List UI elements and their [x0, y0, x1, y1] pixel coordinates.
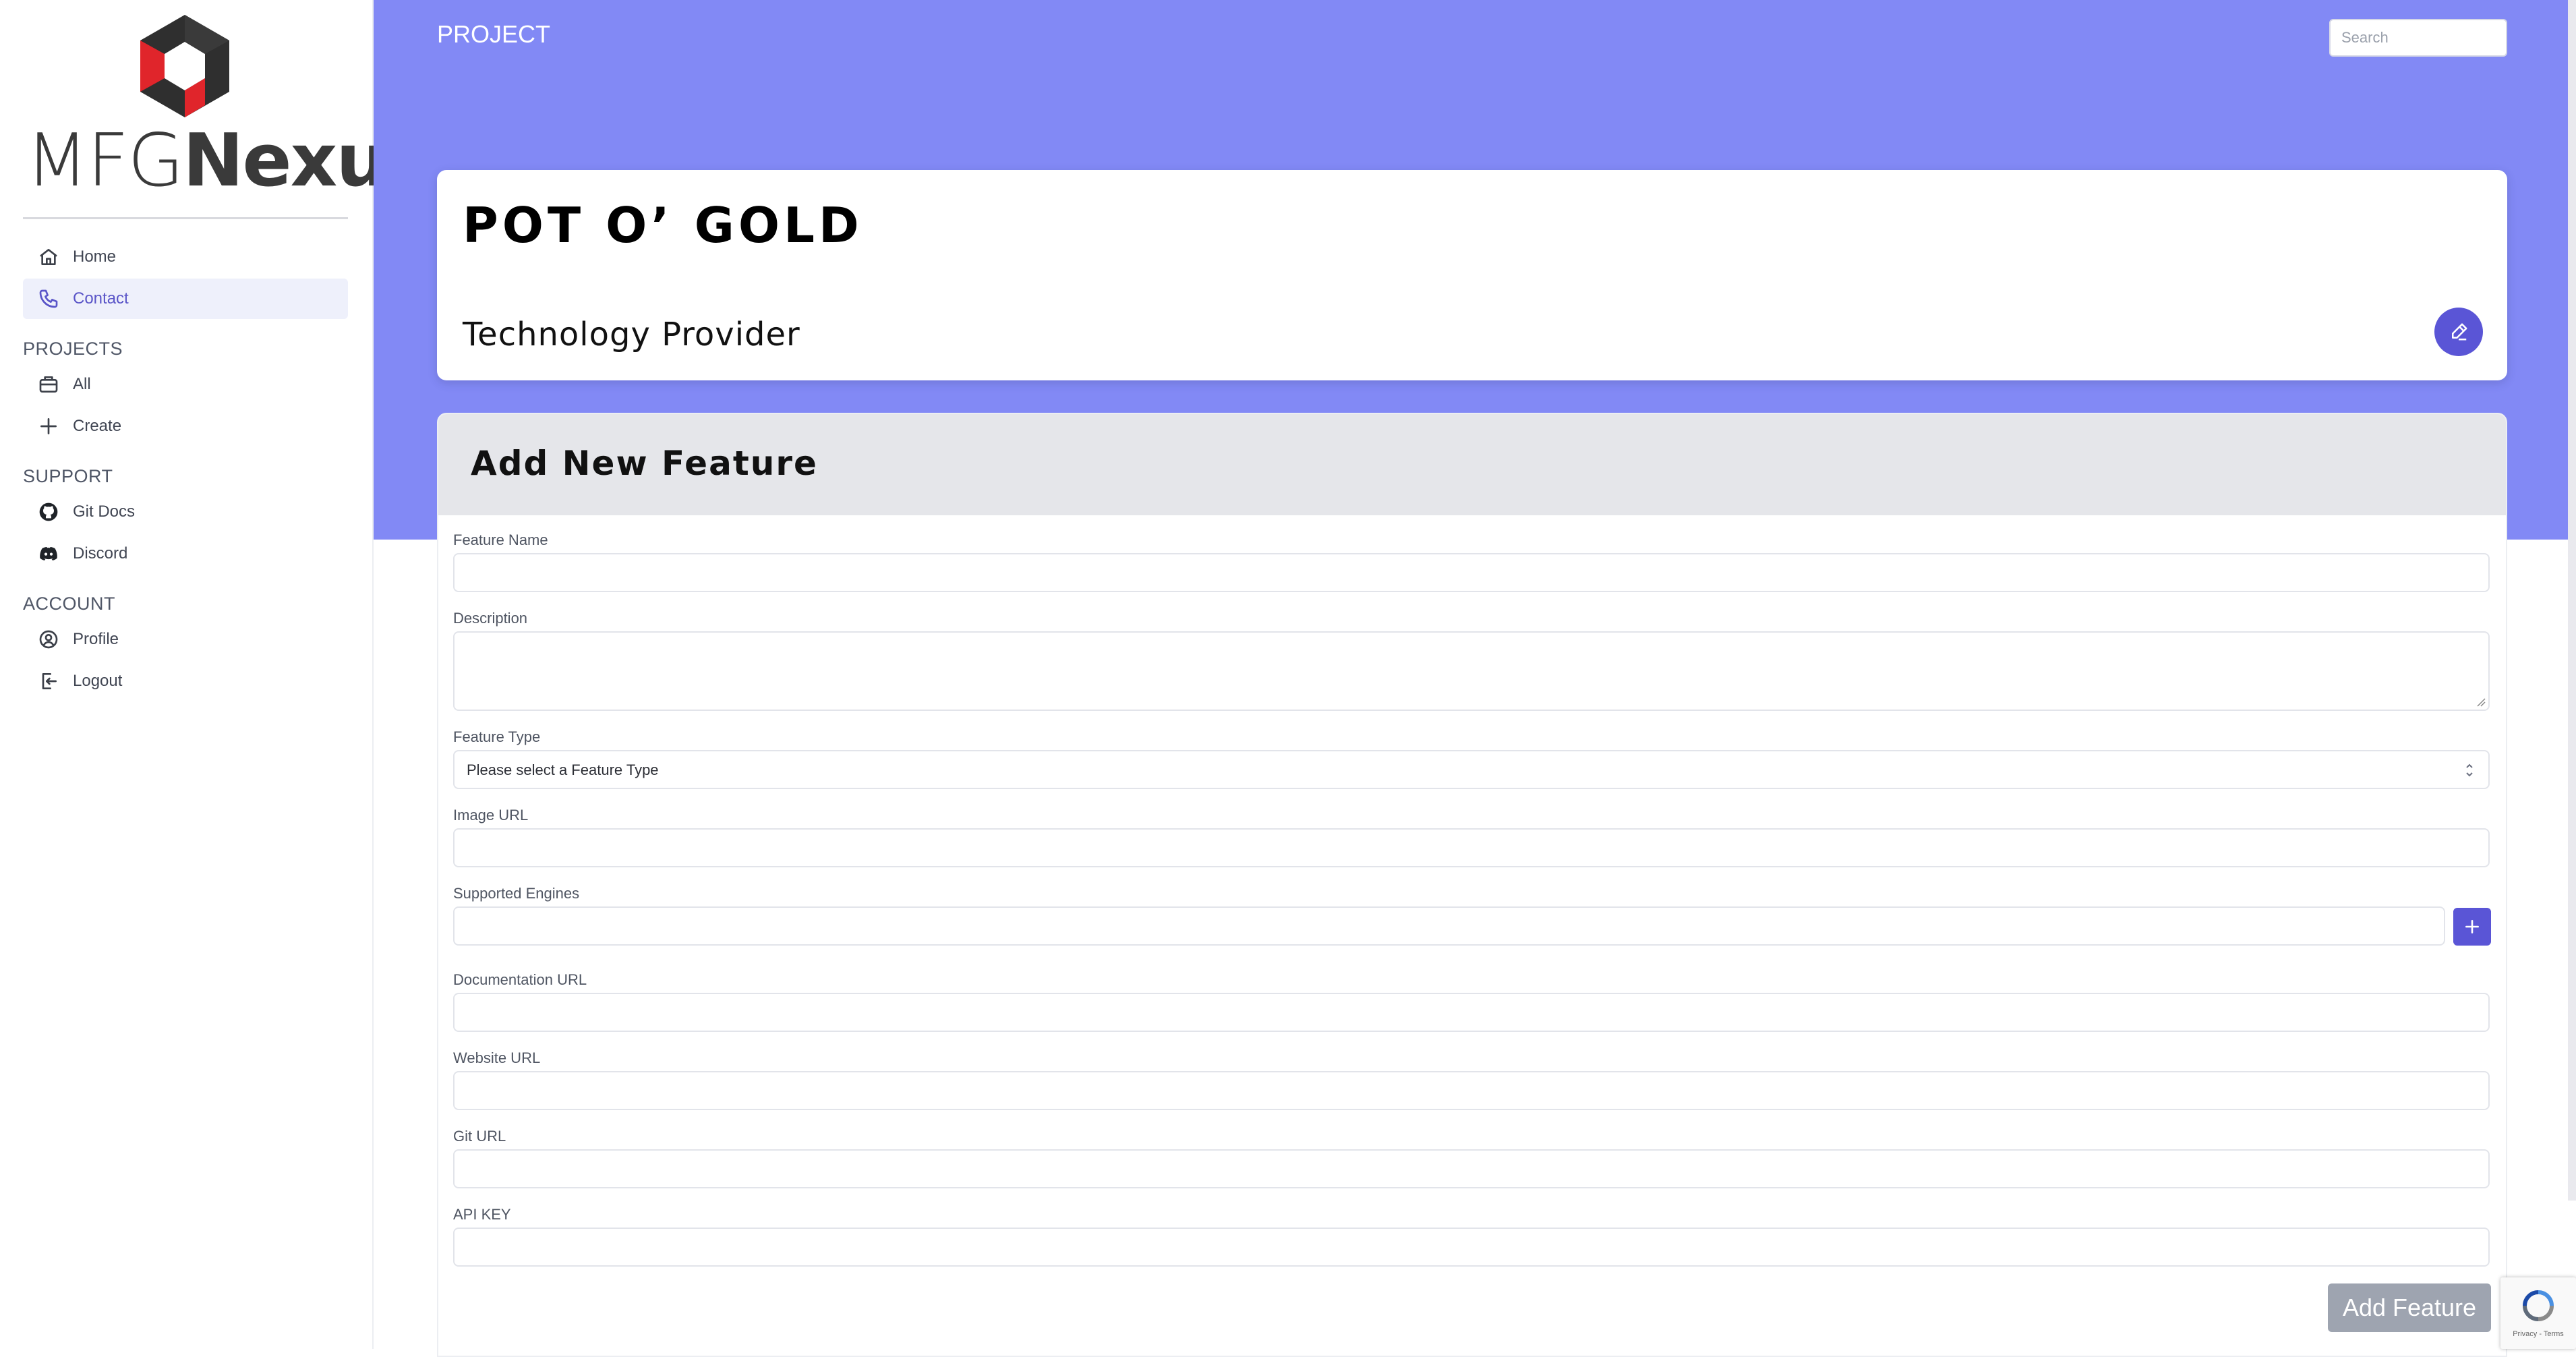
- home-icon: [36, 245, 61, 269]
- user-circle-icon: [36, 627, 61, 652]
- feature-type-selected-value: Please select a Feature Type: [467, 761, 659, 778]
- sidebar-item-create[interactable]: Create: [23, 406, 348, 446]
- git-url-input[interactable]: [453, 1149, 2490, 1188]
- resize-grip-icon[interactable]: [2476, 697, 2486, 707]
- supported-engines-label: Supported Engines: [453, 885, 580, 902]
- documentation-url-input[interactable]: [453, 993, 2490, 1032]
- git-url-label: Git URL: [453, 1128, 506, 1145]
- breadcrumb: PROJECT: [437, 20, 551, 48]
- sidebar-item-contact[interactable]: Contact: [23, 279, 348, 319]
- sidebar-item-label: Logout: [73, 672, 123, 690]
- documentation-url-label: Documentation URL: [453, 971, 587, 988]
- feature-type-select[interactable]: Please select a Feature Type: [453, 750, 2490, 789]
- sidebar-item-profile[interactable]: Profile: [23, 619, 348, 660]
- recaptcha-links[interactable]: Privacy - Terms: [2505, 1330, 2572, 1338]
- website-url-input[interactable]: [453, 1071, 2490, 1110]
- project-card: Pot O’ Gold Technology Provider: [437, 170, 2507, 380]
- add-feature-button[interactable]: Add Feature: [2328, 1283, 2491, 1332]
- section-title-account: ACCOUNT: [23, 594, 115, 614]
- image-url-input[interactable]: [453, 828, 2490, 867]
- github-icon: [36, 500, 61, 524]
- plus-icon: [2465, 920, 2479, 933]
- feature-name-label: Feature Name: [453, 531, 548, 548]
- sidebar-item-label: All: [73, 375, 91, 393]
- project-subtitle: Technology Provider: [463, 316, 800, 353]
- logout-icon: [36, 669, 61, 693]
- image-url-label: Image URL: [453, 807, 529, 824]
- sidebar-item-logout[interactable]: Logout: [23, 661, 348, 701]
- sidebar-item-label: Home: [73, 248, 117, 266]
- api-key-input[interactable]: [453, 1228, 2490, 1267]
- add-feature-title: Add New Feature: [471, 444, 818, 483]
- phone-icon: [36, 287, 61, 311]
- sidebar-item-discord[interactable]: Discord: [23, 533, 348, 574]
- description-label: Description: [453, 610, 528, 627]
- description-textarea[interactable]: [453, 631, 2490, 711]
- brand-wordmark: MFGNexus: [26, 119, 430, 203]
- api-key-label: API KEY: [453, 1206, 511, 1223]
- search-input[interactable]: [2329, 19, 2507, 57]
- mfgnexus-logo-icon: [140, 15, 229, 117]
- supported-engines-input[interactable]: [453, 906, 2445, 946]
- feature-name-input[interactable]: [453, 553, 2490, 592]
- sidebar-item-home[interactable]: Home: [23, 237, 348, 277]
- feature-type-label: Feature Type: [453, 728, 541, 745]
- sidebar: MFGNexus Home Contact PROJECTS All Creat…: [0, 0, 430, 1349]
- sidebar-divider: [23, 217, 348, 219]
- briefcase-icon: [36, 372, 61, 397]
- recaptcha-icon: [2523, 1290, 2554, 1321]
- pencil-icon: [2452, 323, 2467, 341]
- website-url-label: Website URL: [453, 1049, 541, 1066]
- brand-name-light: MFG: [26, 119, 184, 203]
- sidebar-item-all[interactable]: All: [23, 364, 348, 405]
- sidebar-item-git-docs[interactable]: Git Docs: [23, 492, 348, 532]
- section-title-support: SUPPORT: [23, 466, 113, 486]
- page-scrollbar[interactable]: [2568, 0, 2576, 1201]
- add-engine-button[interactable]: [2453, 908, 2491, 946]
- sidebar-item-label: Create: [73, 417, 122, 435]
- sidebar-item-label: Contact: [73, 289, 129, 308]
- discord-icon: [36, 542, 61, 566]
- add-feature-header: Add New Feature: [438, 414, 2506, 515]
- sidebar-item-label: Discord: [73, 544, 128, 562]
- sidebar-item-label: Git Docs: [73, 502, 136, 521]
- plus-icon: [36, 414, 61, 438]
- section-title-projects: PROJECTS: [23, 339, 123, 359]
- sidebar-item-label: Profile: [73, 630, 119, 648]
- recaptcha-badge[interactable]: Privacy - Terms: [2500, 1277, 2576, 1349]
- edit-project-button[interactable]: [2434, 308, 2483, 356]
- project-title: Pot O’ Gold: [463, 197, 863, 254]
- chevron-updown-icon: [2466, 763, 2473, 777]
